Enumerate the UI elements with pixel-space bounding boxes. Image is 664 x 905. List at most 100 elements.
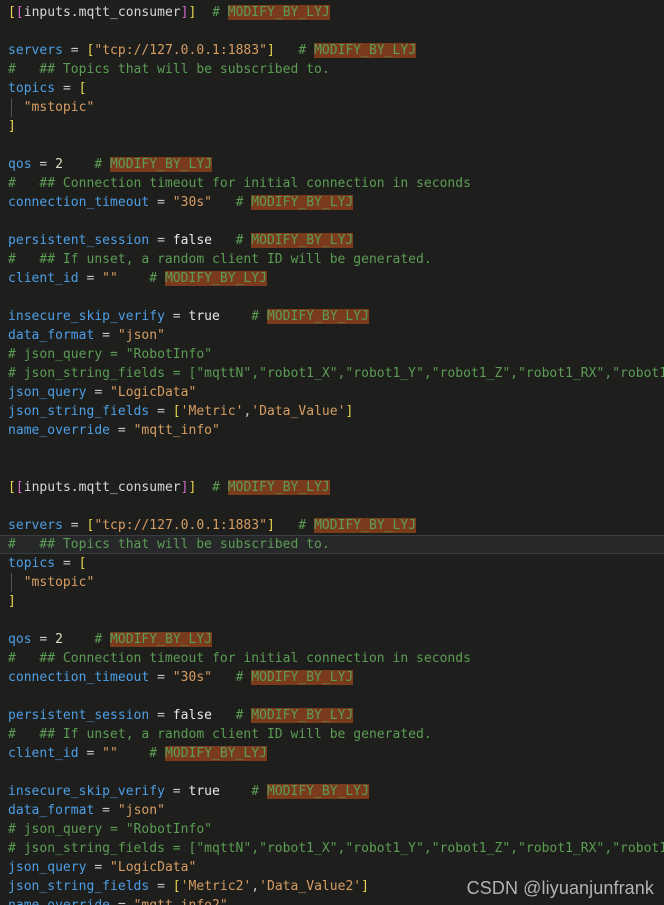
modify-marker: MODIFY_BY_LYJ	[110, 157, 213, 172]
code-line[interactable]	[0, 288, 664, 307]
code-token: json_string_fields	[8, 879, 150, 894]
code-token: ]	[8, 119, 16, 134]
code-line[interactable]: # json_query = "RobotInfo"	[0, 345, 664, 364]
code-line[interactable]: # json_string_fields = ["mqttN","robot1_…	[0, 839, 664, 858]
code-line[interactable]	[0, 440, 664, 459]
code-line[interactable]: client_id = "" # MODIFY_BY_LYJ	[0, 744, 664, 763]
code-token: [	[172, 879, 181, 894]
code-token: =	[78, 271, 103, 286]
code-token: # ## If unset, a random client ID will b…	[8, 727, 432, 742]
code-line[interactable]: persistent_session = false # MODIFY_BY_L…	[0, 231, 664, 250]
code-token: "json"	[117, 803, 165, 818]
code-token: inputs.mqtt_consumer	[23, 480, 181, 495]
code-token: servers	[8, 518, 63, 533]
code-token: =	[55, 556, 79, 571]
code-line[interactable]	[0, 497, 664, 516]
code-line[interactable]: data_format = "json"	[0, 801, 664, 820]
code-line[interactable]	[0, 611, 664, 630]
code-token: insecure_skip_verify	[8, 784, 165, 799]
code-token: # json_query = "RobotInfo"	[8, 822, 213, 837]
code-token: "tcp://127.0.0.1:1883"	[94, 518, 267, 533]
code-token: # json_query = "RobotInfo"	[8, 347, 213, 362]
code-line[interactable]: # ## Connection timeout for initial conn…	[0, 174, 664, 193]
code-line[interactable]: qos = 2 # MODIFY_BY_LYJ	[0, 630, 664, 649]
code-line[interactable]: ]	[0, 592, 664, 611]
code-line[interactable]: json_query = "LogicData"	[0, 383, 664, 402]
code-line[interactable]: persistent_session = false # MODIFY_BY_L…	[0, 706, 664, 725]
code-token: persistent_session	[8, 233, 150, 248]
code-line[interactable]: servers = ["tcp://127.0.0.1:1883"] # MOD…	[0, 41, 664, 60]
code-line[interactable]: json_query = "LogicData"	[0, 858, 664, 877]
code-line[interactable]	[0, 687, 664, 706]
code-line[interactable]: # ## Topics that will be subscribed to.	[0, 60, 664, 79]
code-line[interactable]: "mstopic"	[0, 573, 664, 592]
modify-marker: MODIFY_BY_LYJ	[314, 43, 417, 58]
code-token: =	[110, 898, 134, 905]
code-line[interactable]: # ## Topics that will be subscribed to.	[0, 535, 664, 554]
code-lines-container[interactable]: [[inputs.mqtt_consumer]] # MODIFY_BY_LYJ…	[0, 0, 664, 905]
code-token: #	[219, 784, 267, 799]
code-token: # ## Topics that will be subscribed to.	[8, 537, 330, 552]
code-token: [	[15, 480, 24, 495]
code-line[interactable]	[0, 763, 664, 782]
code-token: connection_timeout	[8, 195, 150, 210]
code-line[interactable]: client_id = "" # MODIFY_BY_LYJ	[0, 269, 664, 288]
code-token: "30s"	[172, 670, 213, 685]
code-line[interactable]	[0, 22, 664, 41]
code-line[interactable]: connection_timeout = "30s" # MODIFY_BY_L…	[0, 668, 664, 687]
code-token: #	[212, 708, 252, 723]
code-token: #	[117, 271, 165, 286]
code-line[interactable]: # ## If unset, a random client ID will b…	[0, 725, 664, 744]
code-line[interactable]: data_format = "json"	[0, 326, 664, 345]
code-line[interactable]: qos = 2 # MODIFY_BY_LYJ	[0, 155, 664, 174]
code-token: [	[8, 480, 16, 495]
modify-marker: MODIFY_BY_LYJ	[227, 480, 330, 495]
code-token: 2	[55, 157, 63, 172]
code-token: #	[212, 670, 252, 685]
code-token: =	[55, 81, 79, 96]
code-line[interactable]: # ## If unset, a random client ID will b…	[0, 250, 664, 269]
code-line[interactable]	[0, 212, 664, 231]
code-token: "mqtt_info"	[133, 423, 220, 438]
code-line[interactable]: [[inputs.mqtt_consumer]] # MODIFY_BY_LYJ	[0, 478, 664, 497]
code-token: json_string_fields	[8, 404, 150, 419]
code-line[interactable]: topics = [	[0, 554, 664, 573]
code-token: qos	[8, 157, 32, 172]
code-line[interactable]: [[inputs.mqtt_consumer]] # MODIFY_BY_LYJ	[0, 3, 664, 22]
code-token: =	[86, 860, 111, 875]
code-line[interactable]: insecure_skip_verify = true # MODIFY_BY_…	[0, 782, 664, 801]
code-line[interactable]: # json_query = "RobotInfo"	[0, 820, 664, 839]
code-token: false	[172, 708, 213, 723]
code-editor-pane[interactable]: [[inputs.mqtt_consumer]] # MODIFY_BY_LYJ…	[0, 0, 664, 905]
code-token: ]	[345, 404, 354, 419]
modify-marker: MODIFY_BY_LYJ	[314, 518, 417, 533]
code-token: #	[196, 5, 228, 20]
code-line[interactable]: ]	[0, 117, 664, 136]
code-token: connection_timeout	[8, 670, 150, 685]
code-token: =	[62, 43, 87, 58]
code-line[interactable]: topics = [	[0, 79, 664, 98]
code-token: [	[78, 81, 87, 96]
code-line[interactable]: connection_timeout = "30s" # MODIFY_BY_L…	[0, 193, 664, 212]
code-token: [	[172, 404, 181, 419]
code-line[interactable]	[0, 136, 664, 155]
code-token: data_format	[8, 803, 95, 818]
code-token: #	[62, 632, 111, 647]
code-line[interactable]: # ## Connection timeout for initial conn…	[0, 649, 664, 668]
code-token: "mqtt_info2"	[134, 898, 228, 905]
code-token: =	[78, 746, 103, 761]
code-line[interactable]: "mstopic"	[0, 98, 664, 117]
code-line[interactable]: insecure_skip_verify = true # MODIFY_BY_…	[0, 307, 664, 326]
code-line[interactable]: name_override = "mqtt_info"	[0, 421, 664, 440]
code-token: json_query	[8, 385, 87, 400]
code-token: =	[149, 879, 173, 894]
code-line[interactable]: json_string_fields = ['Metric','Data_Val…	[0, 402, 664, 421]
code-line[interactable]	[0, 459, 664, 478]
code-line[interactable]: # json_string_fields = ["mqttN","robot1_…	[0, 364, 664, 383]
code-token: "mstopic"	[23, 575, 95, 590]
code-line[interactable]: servers = ["tcp://127.0.0.1:1883"] # MOD…	[0, 516, 664, 535]
code-token: true	[188, 309, 220, 324]
code-token: =	[149, 708, 173, 723]
code-token: false	[172, 233, 213, 248]
